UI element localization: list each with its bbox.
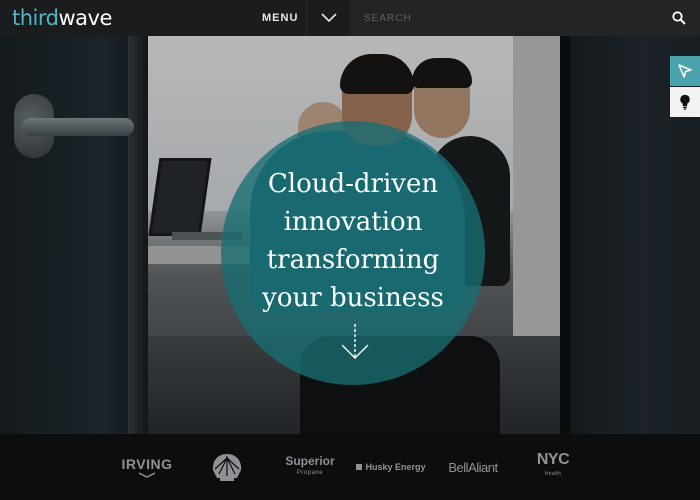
client-logo-superior: Superior Propane bbox=[280, 452, 340, 482]
hero-headline-line: Cloud-driven bbox=[267, 169, 439, 199]
nyc-text: NYC bbox=[536, 451, 570, 468]
menu-dropdown-toggle[interactable] bbox=[306, 0, 350, 36]
hero-headline-line: your business bbox=[262, 283, 444, 313]
lightbulb-icon bbox=[680, 94, 690, 110]
irving-text: IRVING bbox=[121, 456, 173, 472]
hero-headline: Cloud-driven innovation transforming you… bbox=[221, 165, 485, 317]
menu-button[interactable]: MENU bbox=[262, 12, 298, 24]
client-logo-strip: IRVING Superior Propane Husky Energy Bel… bbox=[0, 434, 700, 500]
cursor-pointer-icon bbox=[678, 64, 692, 78]
irving-chevron-icon bbox=[138, 472, 156, 478]
husky-text: Husky Energy bbox=[365, 462, 426, 472]
husky-square-icon bbox=[356, 464, 363, 470]
client-logo-nyc-health: NYC Health bbox=[530, 452, 576, 482]
thirdwave-logo[interactable]: thirdwave bbox=[12, 6, 112, 30]
side-tool-idea-button[interactable] bbox=[670, 87, 700, 117]
search-bar bbox=[350, 0, 700, 36]
site-header: thirdwave MENU bbox=[0, 0, 700, 36]
shell-logo-icon bbox=[212, 454, 242, 481]
chevron-down-icon bbox=[320, 13, 337, 23]
logo-part-wave: wave bbox=[58, 6, 112, 30]
superior-text: Superior bbox=[285, 454, 335, 468]
client-logo-husky: Husky Energy bbox=[356, 452, 426, 482]
hero-banner: Cloud-driven innovation transforming you… bbox=[0, 36, 700, 434]
search-icon[interactable] bbox=[672, 11, 686, 25]
nyc-subtext: Health bbox=[544, 471, 562, 477]
search-input[interactable] bbox=[364, 10, 654, 26]
client-logo-bellaliant: BellAliant bbox=[442, 452, 504, 482]
client-logo-irving: IRVING bbox=[120, 452, 174, 482]
hero-headline-line: innovation bbox=[283, 207, 423, 237]
bellaliant-text: BellAliant bbox=[448, 459, 498, 475]
side-tool-pointer-button[interactable] bbox=[670, 56, 700, 86]
logo-part-third: third bbox=[12, 6, 59, 30]
client-logo-shell bbox=[210, 452, 244, 482]
superior-subtext: Propane bbox=[296, 470, 324, 476]
scroll-down-arrow-icon[interactable] bbox=[339, 322, 371, 362]
hero-headline-line: transforming bbox=[266, 245, 440, 275]
